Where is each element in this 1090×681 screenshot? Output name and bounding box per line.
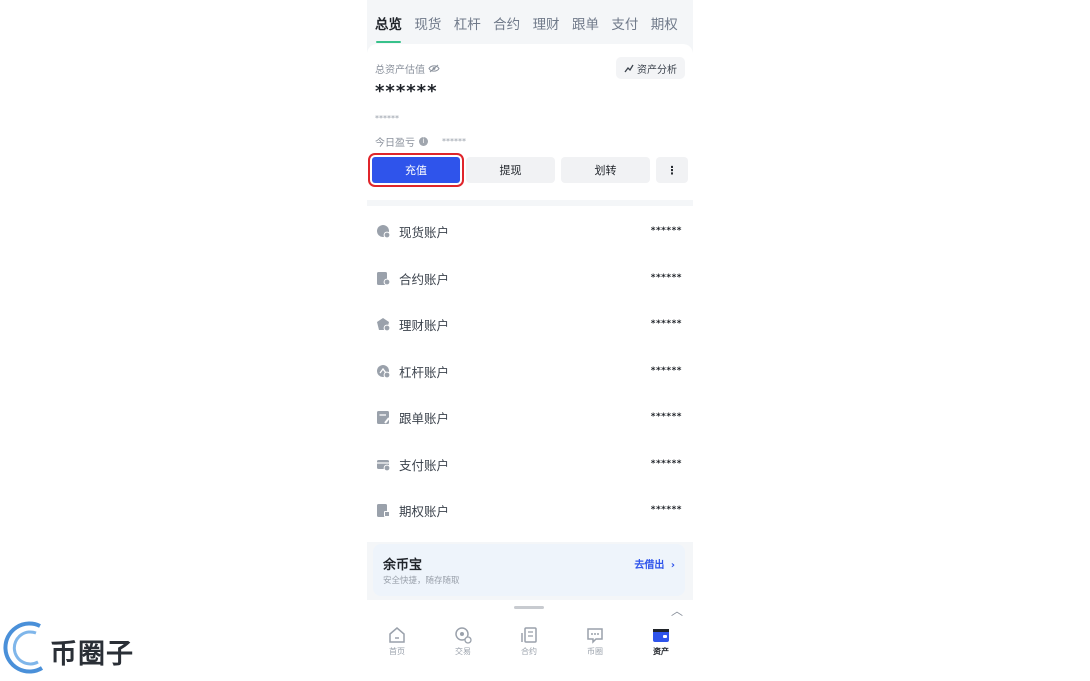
hide-eye-icon[interactable]: [428, 64, 440, 73]
info-icon[interactable]: i: [419, 137, 428, 146]
account-balance: ******: [650, 273, 682, 283]
tab-options[interactable]: 期权: [651, 0, 678, 44]
account-balance: ******: [650, 459, 682, 469]
community-icon: [587, 628, 603, 644]
contract-account-icon: [377, 271, 391, 285]
payment-account-icon: [377, 459, 391, 471]
options-account-icon: [377, 503, 390, 517]
account-row-margin[interactable]: 杠杆账户 ******: [367, 348, 693, 394]
tab-earn[interactable]: 理财: [533, 0, 560, 44]
account-name: 期权账户: [399, 503, 450, 519]
account-balance: ******: [650, 412, 682, 422]
nav-home[interactable]: 首页: [372, 626, 422, 657]
today-pnl-label: 今日盈亏: [375, 138, 415, 149]
account-balance: ******: [650, 505, 682, 515]
nav-community[interactable]: 币圈: [570, 626, 620, 657]
today-pnl-value: ******: [442, 137, 466, 146]
home-icon: [389, 627, 405, 643]
asset-tabs: 总览 现货 杠杆 合约 理财 跟单 支付 期权: [367, 0, 693, 44]
more-actions-button[interactable]: ⋮: [656, 157, 688, 183]
yubibao-title: 余币宝: [383, 558, 423, 573]
nav-assets[interactable]: 资产: [636, 626, 686, 657]
lend-link[interactable]: 去借出 ›: [634, 556, 675, 571]
account-name: 现货账户: [399, 224, 450, 240]
chevron-right-icon: ›: [670, 560, 675, 571]
overview-card: 总资产估值 资产分析 ****** ****** 今日盈亏 i ****** 充…: [367, 44, 693, 200]
asset-analysis-button[interactable]: 资产分析: [616, 57, 685, 79]
account-row-contract[interactable]: 合约账户 ******: [367, 255, 693, 301]
deposit-button[interactable]: 充值: [372, 157, 460, 183]
copy-trade-account-icon: [377, 410, 390, 424]
withdraw-button[interactable]: 提现: [466, 157, 555, 183]
account-row-options[interactable]: 期权账户 ******: [367, 487, 693, 533]
account-balance: ******: [650, 319, 682, 329]
tab-margin[interactable]: 杠杆: [454, 0, 481, 44]
account-name: 杠杆账户: [399, 364, 450, 380]
account-name: 合约账户: [399, 271, 450, 287]
account-row-spot[interactable]: 现货账户 ******: [367, 208, 693, 254]
yubibao-subtitle: 安全快捷，随存随取: [383, 576, 460, 586]
asset-analysis-label: 资产分析: [637, 64, 677, 76]
tab-contract[interactable]: 合约: [493, 0, 520, 44]
total-assets-label-text: 总资产估值: [375, 65, 425, 76]
nav-label: 交易: [455, 647, 471, 656]
yubibao-card[interactable]: 余币宝 安全快捷，随存随取 去借出 ›: [373, 544, 685, 596]
account-balance: ******: [650, 366, 682, 376]
wallet-icon: [653, 629, 669, 642]
account-row-payment[interactable]: 支付账户 ******: [367, 441, 693, 487]
assets-screen: 总览 现货 杠杆 合约 理财 跟单 支付 期权 总资产估值 资产分析 *****…: [367, 0, 693, 677]
earn-account-icon: [377, 317, 391, 331]
chevron-up-icon[interactable]: ︿: [671, 602, 683, 619]
tab-payment[interactable]: 支付: [611, 0, 638, 44]
total-assets-value: ******: [375, 81, 438, 102]
watermark-c-icon: [3, 621, 44, 674]
contract-icon: [521, 627, 537, 643]
lend-link-label: 去借出: [634, 560, 665, 571]
nav-contract[interactable]: 合约: [504, 626, 554, 657]
total-assets-label: 总资产估值: [375, 61, 440, 76]
tab-spot[interactable]: 现货: [414, 0, 441, 44]
today-pnl: 今日盈亏 i ******: [375, 134, 466, 149]
account-list: 现货账户 ****** 合约账户 ****** 理财账户 ****** 杠杆账户…: [367, 206, 693, 542]
nav-label: 币圈: [587, 647, 603, 656]
account-name: 跟单账户: [399, 410, 450, 426]
watermark-logo: 币圈子: [0, 618, 160, 677]
account-row-copy-trade[interactable]: 跟单账户 ******: [367, 394, 693, 440]
total-assets-secondary-value: ******: [375, 114, 399, 123]
drag-handle[interactable]: [514, 606, 544, 609]
tab-overview[interactable]: 总览: [375, 0, 402, 44]
account-balance: ******: [650, 226, 682, 236]
margin-account-icon: [377, 364, 391, 378]
action-buttons: 充值 提现 划转 ⋮: [372, 157, 688, 183]
bottom-navigation: ︿ 首页 交易 合约 币圈 资产: [367, 600, 693, 677]
trade-icon: [455, 627, 472, 644]
account-name: 支付账户: [399, 457, 450, 473]
nav-trade[interactable]: 交易: [438, 626, 488, 657]
nav-label: 资产: [653, 647, 669, 656]
account-row-earn[interactable]: 理财账户 ******: [367, 301, 693, 347]
transfer-button[interactable]: 划转: [561, 157, 650, 183]
tab-copy-trade[interactable]: 跟单: [572, 0, 599, 44]
account-name: 理财账户: [399, 317, 450, 333]
spot-account-icon: [377, 224, 391, 238]
nav-label: 首页: [389, 647, 405, 656]
watermark-text: 币圈子: [50, 639, 134, 670]
nav-label: 合约: [521, 647, 537, 656]
analysis-chart-icon: [624, 64, 634, 72]
